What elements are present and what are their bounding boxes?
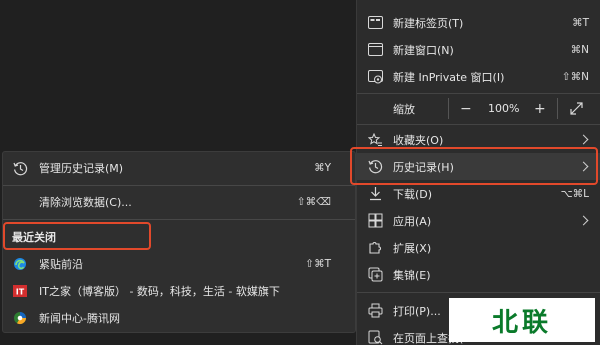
- manage-history-label: 管理历史记录(M): [39, 162, 124, 175]
- recent-item[interactable]: IT IT之家（博客版） - 数码，科技，生活 - 软媒旗下: [3, 278, 355, 304]
- edge-browser-icon: [12, 256, 28, 272]
- chevron-right-icon: [578, 215, 589, 226]
- zoom-in-button[interactable]: +: [534, 101, 546, 117]
- recent-item-label: IT之家（博客版） - 数码，科技，生活 - 软媒旗下: [39, 285, 280, 298]
- extensions-label: 扩展(X): [393, 241, 432, 255]
- submenu-divider: [3, 219, 355, 220]
- apps-grid-icon: [367, 213, 383, 229]
- inprivate-window-icon: [367, 69, 383, 85]
- menu-item-new-inprivate[interactable]: 新建 InPrivate 窗口(I) ⇧⌘N: [357, 63, 600, 90]
- chevron-right-icon: [578, 134, 589, 145]
- collections-icon: [367, 267, 383, 283]
- menu-divider: [357, 292, 600, 293]
- extensions-puzzle-icon: [367, 240, 383, 256]
- submenu-divider: [3, 185, 355, 186]
- menu-item-apps[interactable]: 应用(A): [357, 207, 600, 234]
- recent-item[interactable]: 新闻中心-腾讯网: [3, 305, 355, 331]
- menu-divider: [357, 124, 600, 125]
- favorites-star-icon: [367, 132, 383, 148]
- recent-item-label: 紧贴前沿: [39, 258, 83, 271]
- menu-divider: [357, 93, 600, 94]
- menu-item-extensions[interactable]: 扩展(X): [357, 234, 600, 261]
- watermark-logo: 北联: [449, 298, 595, 342]
- print-label: 打印(P)...: [393, 304, 441, 318]
- menu-item-new-window[interactable]: 新建窗口(N) ⌘N: [357, 36, 600, 63]
- history-manage-item[interactable]: 管理历史记录(M) ⌘Y: [3, 155, 355, 181]
- menu-item-collections[interactable]: 集锦(E): [357, 261, 600, 288]
- history-highlight-box: [350, 147, 598, 185]
- downloads-shortcut: ⌥⌘L: [560, 187, 589, 200]
- clear-browsing-data-shortcut: ⇧⌘⌫: [296, 196, 331, 208]
- fullscreen-icon[interactable]: [570, 102, 583, 115]
- download-icon: [367, 186, 383, 202]
- apps-label: 应用(A): [393, 214, 432, 228]
- new-tab-label: 新建标签页(T): [393, 16, 464, 30]
- clear-browsing-data-label: 清除浏览数据(C)...: [39, 196, 132, 209]
- reopen-tab-shortcut: ⇧⌘T: [305, 258, 331, 270]
- new-inprivate-shortcut: ⇧⌘N: [561, 70, 589, 83]
- recently-closed-highlight-box: [3, 222, 151, 250]
- recent-item-label: 新闻中心-腾讯网: [39, 312, 120, 325]
- new-window-shortcut: ⌘N: [570, 43, 589, 56]
- collections-label: 集锦(E): [393, 268, 431, 282]
- find-on-page-icon: [367, 330, 383, 345]
- zoom-level-value: 100%: [488, 102, 520, 115]
- zoom-label: 缩放: [393, 102, 415, 116]
- tencent-news-icon: [12, 310, 28, 326]
- watermark-text: 北联: [491, 307, 552, 338]
- ithome-logo-icon: IT: [12, 283, 28, 299]
- new-inprivate-label: 新建 InPrivate 窗口(I): [393, 70, 505, 84]
- menu-item-zoom: 缩放 − 100% +: [357, 95, 600, 122]
- menu-item-new-tab[interactable]: 新建标签页(T) ⌘T: [357, 9, 600, 36]
- zoom-out-button[interactable]: −: [460, 101, 472, 117]
- zoom-divider: [557, 98, 558, 119]
- favorites-label: 收藏夹(O): [393, 133, 444, 147]
- new-window-icon: [367, 42, 383, 58]
- downloads-label: 下载(D): [393, 187, 433, 201]
- history-clock-icon: [12, 160, 28, 176]
- printer-icon: [367, 303, 383, 319]
- new-tab-icon: [367, 15, 383, 31]
- new-window-label: 新建窗口(N): [393, 43, 454, 57]
- svg-text:IT: IT: [16, 288, 25, 297]
- clear-browsing-data-item[interactable]: 清除浏览数据(C)... ⇧⌘⌫: [3, 189, 355, 215]
- new-tab-shortcut: ⌘T: [572, 16, 589, 29]
- manage-history-shortcut: ⌘Y: [314, 162, 331, 174]
- zoom-divider: [448, 98, 449, 119]
- recent-item[interactable]: 紧贴前沿 ⇧⌘T: [3, 251, 355, 277]
